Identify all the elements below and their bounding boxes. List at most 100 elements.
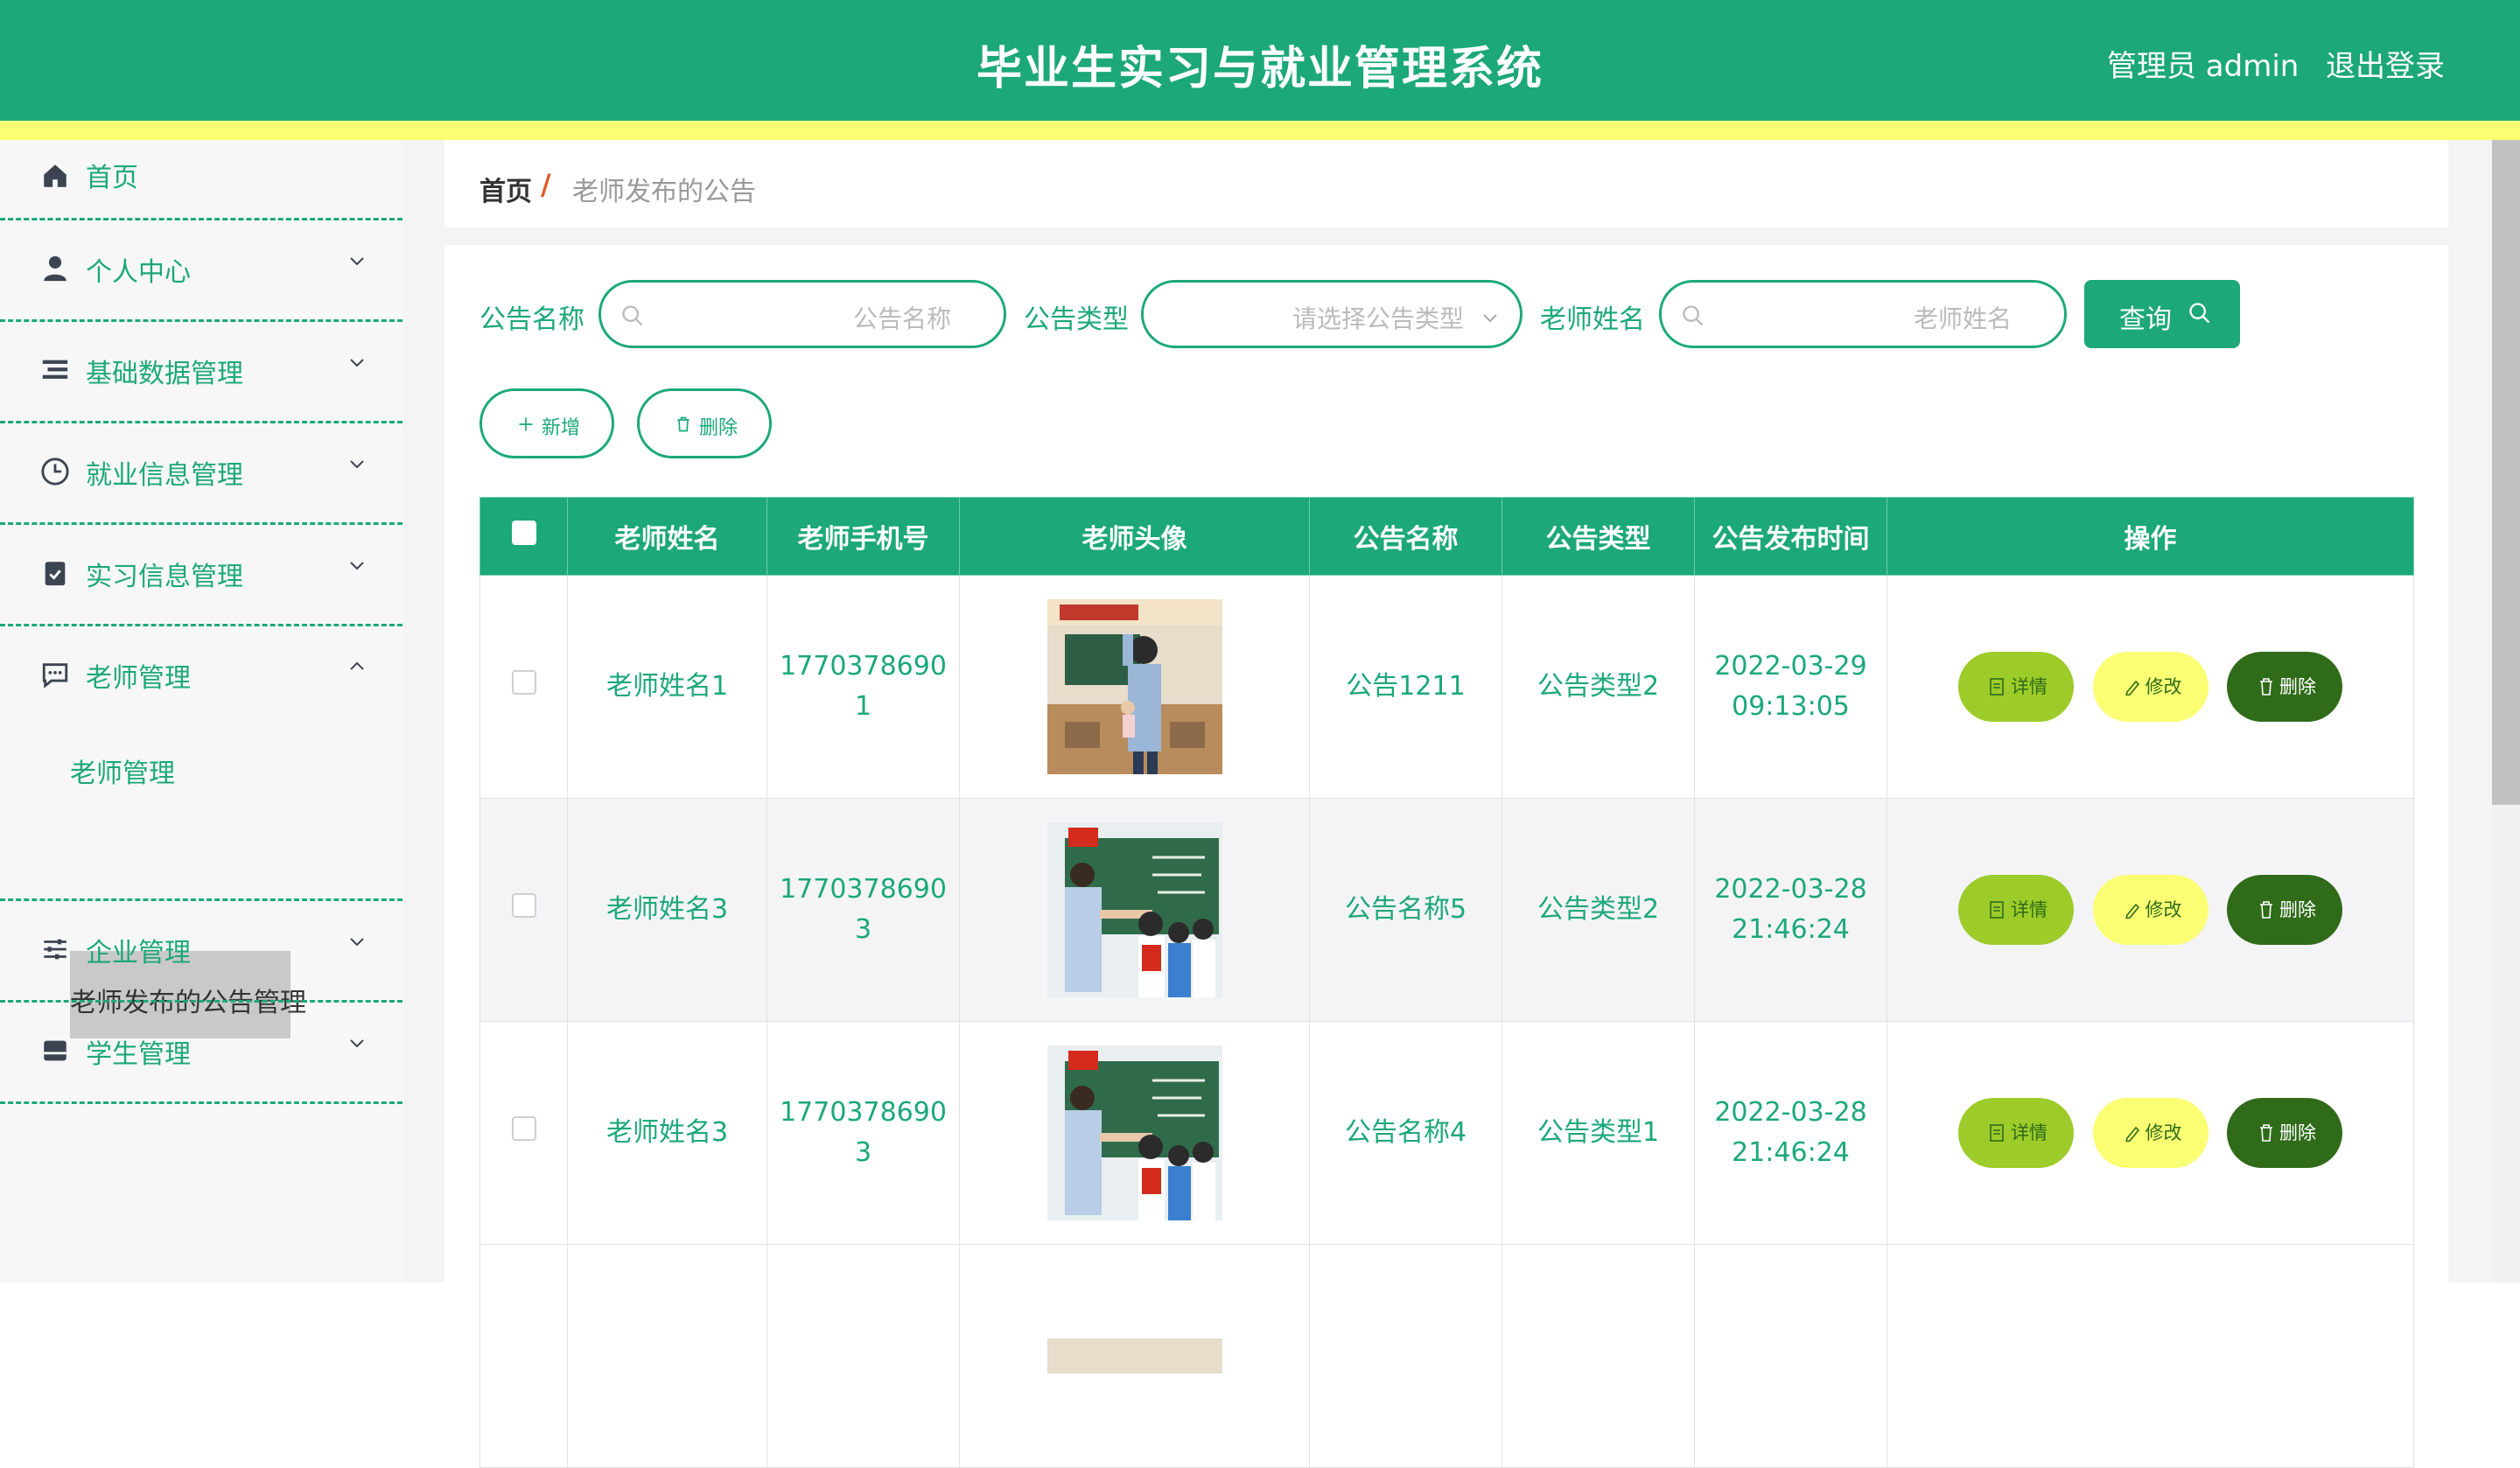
sidebar-item-label: 就业信息管理: [86, 460, 243, 491]
table-row: 老师姓名3 1770378690 3: [480, 1021, 2414, 1245]
phone-line: 1770378690: [780, 1097, 947, 1128]
delete-button[interactable]: 删除: [2227, 652, 2343, 722]
teacher-name-cell: 老师姓名1: [567, 575, 767, 799]
sidebar-item-home[interactable]: 首页: [0, 140, 402, 220]
teacher-avatar-image: [1046, 1339, 1222, 1374]
column-header[interactable]: 老师手机号: [766, 497, 960, 576]
list-icon: [42, 360, 68, 379]
pencil-icon: [2124, 903, 2139, 919]
notice-type-select[interactable]: 请选择公告类型: [1141, 280, 1522, 348]
row-select-cell: [480, 1244, 568, 1468]
logout-link[interactable]: 退出登录: [2326, 42, 2445, 85]
breadcrumb: 首页 / 老师发布的公告: [444, 140, 2448, 227]
notice-type-cell: [1502, 1244, 1695, 1468]
date-line: 2022-03-28: [1714, 1097, 1867, 1128]
sidebar-item-label: 首页: [86, 163, 138, 193]
chevron-up-icon: [350, 661, 364, 670]
actions-cell: [1886, 1244, 2414, 1468]
phone-line: 3: [854, 914, 872, 945]
breadcrumb-home[interactable]: 首页: [480, 170, 532, 208]
notice-name-cell: [1309, 1244, 1502, 1468]
row-select-cell: [480, 575, 568, 799]
edit-button[interactable]: 修改: [2092, 1098, 2208, 1168]
column-header[interactable]: 公告名称: [1309, 497, 1502, 576]
detail-button[interactable]: 详情: [1957, 652, 2074, 722]
sliders-icon: [44, 939, 66, 960]
publish-time-cell: 2022-03-28 21:46:24: [1694, 798, 1887, 1022]
batch-delete-button[interactable]: 删除: [637, 388, 772, 458]
column-header: 操作: [1886, 497, 2414, 576]
phone-line: 1770378690: [780, 651, 947, 682]
time-line: 21:46:24: [1732, 914, 1850, 945]
sidebar: 首页 个人中心 基础数据管理 就业信息管理 实习信息管理 老师管理 老师管理 老…: [0, 140, 402, 1283]
query-button[interactable]: 查询: [2084, 280, 2240, 348]
placeholder: 请选择公告类型: [1292, 304, 1464, 333]
delete-button[interactable]: 删除: [2227, 875, 2343, 945]
row-checkbox[interactable]: [511, 670, 536, 695]
notice-name-input[interactable]: 公告名称: [598, 280, 1006, 348]
sidebar-item-employment[interactable]: 就业信息管理: [0, 423, 402, 525]
edit-label: 修改: [2145, 676, 2182, 697]
teacher-avatar-image: [1046, 599, 1222, 774]
notice-name-cell: 公告1211: [1309, 575, 1502, 799]
submenu-teacher-manage[interactable]: 老师管理: [70, 751, 175, 790]
sidebar-item-profile[interactable]: 个人中心: [0, 220, 402, 322]
sidebar-item-label: 实习信息管理: [86, 562, 243, 592]
row-checkbox[interactable]: [511, 1116, 536, 1141]
edit-label: 修改: [2145, 899, 2182, 920]
chevron-down-icon: [350, 257, 364, 266]
actions-cell: 详情 修改 删除: [1886, 1021, 2414, 1245]
column-header[interactable]: 老师头像: [959, 497, 1310, 576]
row-checkbox[interactable]: [511, 893, 536, 918]
row-select-cell: [480, 1021, 568, 1245]
avatar-cell: [959, 1021, 1310, 1245]
avatar-cell: [959, 798, 1310, 1022]
detail-label: 详情: [2010, 899, 2048, 920]
chat-icon: [42, 663, 68, 689]
phone-line: 3: [854, 1137, 872, 1168]
search-icon: [622, 305, 643, 326]
sidebar-item-label: 企业管理: [86, 938, 191, 968]
publish-time-cell: 2022-03-28 21:46:24: [1694, 1021, 1887, 1245]
add-button[interactable]: 新增: [480, 388, 614, 458]
delete-button[interactable]: 删除: [2227, 1098, 2343, 1168]
edit-button[interactable]: 修改: [2092, 652, 2208, 722]
avatar-cell: [959, 1244, 1310, 1468]
notice-type-cell: 公告类型2: [1502, 798, 1695, 1022]
add-label: 新增: [542, 417, 581, 439]
sidebar-item-label: 老师管理: [86, 663, 191, 694]
document-icon: [1990, 901, 2004, 919]
trash-icon: [677, 416, 690, 432]
detail-button[interactable]: 详情: [1957, 875, 2074, 945]
column-header[interactable]: 公告类型: [1502, 497, 1695, 576]
edit-button[interactable]: 修改: [2092, 875, 2208, 945]
user-icon: [44, 255, 66, 282]
notice-name-label: 公告名称: [480, 304, 584, 335]
column-header[interactable]: 老师姓名: [567, 497, 767, 576]
sidebar-item-internship[interactable]: 实习信息管理: [0, 525, 402, 626]
publish-time-cell: [1694, 1244, 1887, 1468]
accent-bar: [0, 121, 2520, 140]
placeholder: 公告名称: [852, 304, 951, 333]
sidebar-item-basic-data[interactable]: 基础数据管理: [0, 322, 402, 423]
sidebar-item-student[interactable]: 学生管理: [0, 1003, 402, 1104]
sidebar-item-teacher[interactable]: 老师管理: [0, 626, 402, 714]
sidebar-item-company[interactable]: 企业管理: [0, 901, 402, 1003]
detail-label: 详情: [2010, 676, 2048, 697]
search-icon: [1683, 305, 1704, 326]
scrollbar-thumb[interactable]: [2492, 140, 2520, 805]
teacher-avatar-image: [1046, 822, 1222, 997]
detail-button[interactable]: 详情: [1957, 1098, 2074, 1168]
search-icon: [2189, 303, 2210, 324]
phone-cell: 1770378690 3: [766, 1021, 960, 1245]
trash-icon: [2260, 1124, 2273, 1142]
date-line: 2022-03-28: [1714, 874, 1867, 905]
sidebar-item-label: 个人中心: [86, 257, 191, 288]
current-user: 管理员 admin: [2107, 49, 2300, 84]
column-header[interactable]: 公告发布时间: [1694, 497, 1887, 576]
time-line: 09:13:05: [1732, 691, 1850, 722]
select-all-checkbox[interactable]: [511, 521, 536, 545]
teacher-name-input[interactable]: 老师姓名: [1659, 280, 2067, 348]
delete-label: 删除: [2279, 1122, 2317, 1143]
chevron-down-icon: [350, 1039, 364, 1048]
